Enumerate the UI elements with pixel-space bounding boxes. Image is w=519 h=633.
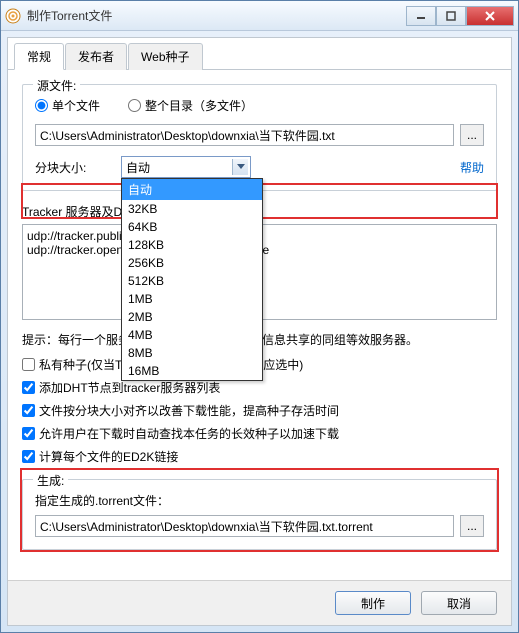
piece-size-option[interactable]: 4MB — [122, 326, 262, 344]
piece-size-option[interactable]: 16MB — [122, 362, 262, 380]
piece-size-option[interactable]: 64KB — [122, 218, 262, 236]
option-label-4: 计算每个文件的ED2K链接 — [39, 448, 178, 465]
source-fieldset: 源文件: 单个文件 整个目录（多文件） ... 分块大小: — [22, 84, 497, 191]
option-check-1[interactable]: 添加DHT节点到tracker服务器列表 — [22, 379, 497, 396]
source-radio-row: 单个文件 整个目录（多文件） — [35, 97, 484, 114]
source-legend: 源文件: — [33, 77, 80, 94]
piece-size-option[interactable]: 自动 — [122, 179, 262, 200]
tab-publisher[interactable]: 发布者 — [65, 43, 127, 70]
source-path-input[interactable] — [35, 124, 454, 146]
option-label-2: 文件按分块大小对齐以改善下载性能，提高种子存活时间 — [39, 402, 339, 419]
tab-strip: 常规 发布者 Web种子 — [8, 38, 511, 70]
piece-size-option[interactable]: 128KB — [122, 236, 262, 254]
output-browse-button[interactable]: ... — [460, 515, 484, 537]
tab-general[interactable]: 常规 — [14, 43, 64, 70]
minimize-button[interactable] — [406, 6, 436, 26]
piece-size-combo[interactable]: 自动 自动32KB64KB128KB256KB512KB1MB2MB4MB8MB… — [121, 156, 251, 178]
output-legend: 生成: — [33, 472, 68, 489]
radio-single-input[interactable] — [35, 99, 48, 112]
titlebar[interactable]: 制作Torrent文件 — [1, 1, 518, 31]
piece-size-option[interactable]: 2MB — [122, 308, 262, 326]
piece-size-option[interactable]: 256KB — [122, 254, 262, 272]
option-checkbox-0[interactable] — [22, 358, 35, 371]
window-buttons — [406, 6, 514, 26]
source-path-row: ... — [35, 124, 484, 146]
output-path-row: ... — [35, 515, 484, 537]
option-label-1: 添加DHT节点到tracker服务器列表 — [39, 379, 220, 396]
option-check-2[interactable]: 文件按分块大小对齐以改善下载性能，提高种子存活时间 — [22, 402, 497, 419]
option-check-4[interactable]: 计算每个文件的ED2K链接 — [22, 448, 497, 465]
option-label-3: 允许用户在下载时自动查找本任务的长效种子以加速下载 — [39, 425, 339, 442]
output-label: 指定生成的.torrent文件： — [35, 492, 484, 509]
option-check-3[interactable]: 允许用户在下载时自动查找本任务的长效种子以加速下载 — [22, 425, 497, 442]
client-area: 常规 发布者 Web种子 源文件: 单个文件 整个目录（多文件） — [7, 37, 512, 626]
piece-size-option[interactable]: 32KB — [122, 200, 262, 218]
radio-single-label: 单个文件 — [52, 97, 100, 114]
help-link[interactable]: 帮助 — [460, 159, 484, 176]
button-bar: 制作 取消 — [8, 580, 511, 625]
window-title: 制作Torrent文件 — [27, 7, 406, 24]
radio-single-file[interactable]: 单个文件 — [35, 97, 100, 114]
cancel-button[interactable]: 取消 — [421, 591, 497, 615]
make-button[interactable]: 制作 — [335, 591, 411, 615]
output-path-input[interactable] — [35, 515, 454, 537]
maximize-button[interactable] — [436, 6, 466, 26]
piece-size-input[interactable]: 自动 — [121, 156, 251, 178]
source-browse-button[interactable]: ... — [460, 124, 484, 146]
highlight-output-fieldset — [20, 468, 499, 552]
radio-dir-label: 整个目录（多文件） — [145, 97, 253, 114]
close-button[interactable] — [466, 6, 514, 26]
output-fieldset: 生成: 指定生成的.torrent文件： ... — [22, 479, 497, 550]
option-checkbox-1[interactable] — [22, 381, 35, 394]
option-checkbox-2[interactable] — [22, 404, 35, 417]
piece-size-dropdown-list: 自动32KB64KB128KB256KB512KB1MB2MB4MB8MB16M… — [121, 178, 263, 381]
panel-general: 源文件: 单个文件 整个目录（多文件） ... 分块大小: — [8, 70, 511, 580]
radio-dir-input[interactable] — [128, 99, 141, 112]
piece-size-label: 分块大小: — [35, 159, 121, 176]
app-icon — [5, 8, 21, 24]
piece-size-option[interactable]: 8MB — [122, 344, 262, 362]
piece-size-option[interactable]: 1MB — [122, 290, 262, 308]
option-checkbox-3[interactable] — [22, 427, 35, 440]
tab-webseed[interactable]: Web种子 — [128, 43, 202, 70]
dialog-window: 制作Torrent文件 常规 发布者 Web种子 源文件: 单个文件 — [0, 0, 519, 633]
option-checkbox-4[interactable] — [22, 450, 35, 463]
piece-size-row: 分块大小: 自动 自动32KB64KB128KB256KB512KB1MB2MB… — [35, 156, 484, 178]
radio-directory[interactable]: 整个目录（多文件） — [128, 97, 253, 114]
piece-size-value: 自动 — [126, 159, 150, 176]
piece-size-option[interactable]: 512KB — [122, 272, 262, 290]
chevron-down-icon[interactable] — [232, 159, 248, 175]
